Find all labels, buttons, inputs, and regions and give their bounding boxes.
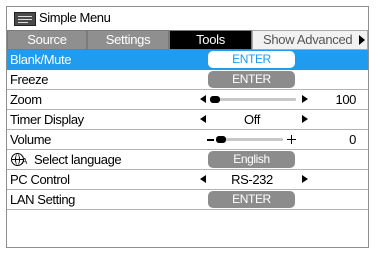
pc-control-value: RS-232 bbox=[231, 172, 273, 187]
arrow-left-icon[interactable] bbox=[200, 95, 206, 103]
minus-icon[interactable] bbox=[207, 139, 214, 141]
volume-value: 0 bbox=[349, 132, 356, 147]
zoom-slider[interactable] bbox=[210, 96, 296, 103]
timer-display-value: Off bbox=[244, 112, 260, 127]
tab-show-advanced-label: Show Advanced bbox=[263, 32, 353, 47]
zoom-slider-knob[interactable] bbox=[210, 96, 220, 103]
title-bar: Simple Menu bbox=[7, 7, 368, 29]
menu-item-zoom[interactable]: Zoom 100 bbox=[7, 90, 368, 110]
arrow-right-icon bbox=[359, 35, 365, 45]
select-language-label: Select language bbox=[34, 152, 122, 167]
volume-slider-knob[interactable] bbox=[216, 136, 226, 143]
zoom-value: 100 bbox=[335, 92, 357, 107]
volume-label: Volume bbox=[10, 132, 51, 147]
menu-item-pc-control[interactable]: PC Control RS-232 bbox=[7, 170, 368, 190]
tab-tools[interactable]: Tools bbox=[169, 30, 252, 50]
arrow-left-icon[interactable] bbox=[200, 175, 206, 183]
arrow-right-icon[interactable] bbox=[302, 175, 308, 183]
arrow-right-icon[interactable] bbox=[302, 95, 308, 103]
simple-menu-window: Simple Menu Source Settings Tools Show A… bbox=[6, 6, 369, 248]
lan-setting-label: LAN Setting bbox=[10, 192, 75, 207]
menu-item-blank-mute[interactable]: Blank/Mute ENTER bbox=[7, 50, 368, 70]
blank-mute-enter-button[interactable]: ENTER bbox=[208, 51, 295, 68]
timer-display-label: Timer Display bbox=[10, 112, 84, 127]
freeze-enter-button[interactable]: ENTER bbox=[208, 71, 295, 88]
menu-list-icon bbox=[14, 12, 36, 26]
tab-settings[interactable]: Settings bbox=[87, 30, 169, 50]
language-select[interactable]: English bbox=[208, 151, 295, 168]
arrow-right-icon[interactable] bbox=[302, 115, 308, 123]
language-a-icon: A bbox=[22, 157, 27, 166]
menu-item-select-language[interactable]: A Select language English bbox=[7, 150, 368, 170]
arrow-left-icon[interactable] bbox=[200, 115, 206, 123]
tab-bar: Source Settings Tools Show Advanced bbox=[7, 30, 368, 50]
window-title: Simple Menu bbox=[39, 10, 111, 25]
plus-icon[interactable] bbox=[287, 135, 296, 144]
volume-slider[interactable] bbox=[216, 136, 283, 143]
pc-control-label: PC Control bbox=[10, 172, 70, 187]
menu-item-lan-setting[interactable]: LAN Setting ENTER bbox=[7, 190, 368, 210]
lan-setting-enter-button[interactable]: ENTER bbox=[208, 191, 295, 208]
tab-show-advanced[interactable]: Show Advanced bbox=[252, 30, 368, 50]
blank-mute-label: Blank/Mute bbox=[10, 52, 72, 67]
zoom-label: Zoom bbox=[10, 92, 42, 107]
freeze-label: Freeze bbox=[10, 72, 49, 87]
tab-source[interactable]: Source bbox=[7, 30, 87, 50]
menu-item-freeze[interactable]: Freeze ENTER bbox=[7, 70, 368, 90]
menu-item-volume[interactable]: Volume 0 bbox=[7, 130, 368, 150]
menu-item-timer-display[interactable]: Timer Display Off bbox=[7, 110, 368, 130]
